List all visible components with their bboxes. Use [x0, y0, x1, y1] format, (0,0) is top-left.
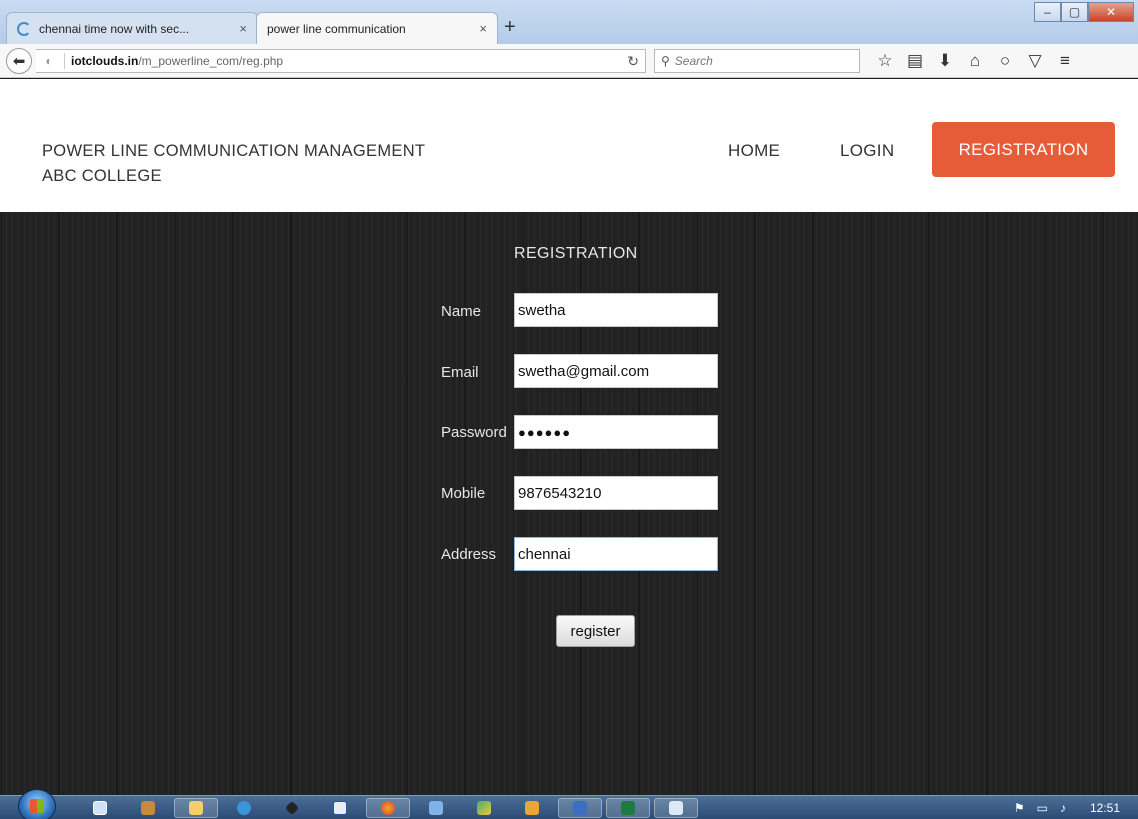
site-brand[interactable]: POWER LINE COMMUNICATION MANAGEMENT ABC … — [42, 139, 425, 189]
home-icon[interactable]: ⌂ — [960, 51, 990, 71]
network-tray-icon[interactable]: ▭ — [1037, 801, 1048, 815]
reading-list-icon[interactable]: ▤ — [900, 51, 930, 71]
loading-spinner-icon — [17, 21, 31, 36]
tab-title: power line communication — [267, 21, 406, 36]
email-field[interactable] — [514, 354, 718, 388]
mobile-label: Mobile — [441, 485, 486, 502]
mobile-field[interactable] — [514, 476, 718, 510]
tab-chennai-time[interactable]: chennai time now with sec... × — [6, 12, 258, 44]
chat-icon[interactable]: ○ — [990, 51, 1020, 71]
tab-title: chennai time now with sec... — [39, 21, 190, 36]
clock[interactable]: 12:51 — [1090, 801, 1120, 815]
pocket-icon[interactable]: ▽ — [1020, 51, 1050, 71]
address-field[interactable] — [514, 537, 718, 571]
minimize-icon[interactable]: – — [1034, 2, 1061, 22]
back-arrow-icon[interactable]: ⬅ — [6, 48, 32, 74]
download-icon[interactable]: ⬇ — [930, 51, 960, 71]
visio-icon[interactable] — [558, 798, 602, 818]
password-label: Password — [441, 424, 507, 441]
reload-icon[interactable]: ↻ — [627, 53, 639, 70]
browser-titlebar: chennai time now with sec... × power lin… — [0, 0, 1138, 44]
url-path: /m_powerline_com/reg.php — [138, 54, 284, 68]
url-domain: iotclouds.in — [71, 54, 139, 68]
firefox-icon[interactable] — [366, 798, 410, 818]
toolbox-icon[interactable] — [124, 798, 172, 818]
tab-power-line-communication[interactable]: power line communication × — [256, 12, 498, 44]
address-bar[interactable]: ◐ iotclouds.in/m_powerline_com/reg.php ↻ — [36, 49, 646, 73]
notepad-icon[interactable] — [654, 798, 698, 818]
folder-icon[interactable] — [174, 798, 218, 818]
pen-icon[interactable] — [268, 798, 316, 818]
form-title: REGISTRATION — [514, 245, 638, 262]
name-field[interactable] — [514, 293, 718, 327]
close-icon[interactable]: ✕ — [1088, 2, 1134, 22]
maximize-icon[interactable]: ▢ — [1061, 2, 1088, 22]
network-icon[interactable] — [412, 798, 460, 818]
password-field[interactable] — [514, 415, 718, 449]
word-icon[interactable] — [316, 798, 364, 818]
browser-navbar: ⬅ ◐ iotclouds.in/m_powerline_com/reg.php… — [0, 44, 1138, 78]
menu-icon[interactable]: ≡ — [1050, 51, 1080, 71]
brand-title: POWER LINE COMMUNICATION MANAGEMENT — [42, 142, 426, 160]
volume-muted-icon[interactable]: ♪ — [1060, 801, 1066, 815]
email-label: Email — [441, 364, 479, 381]
name-label: Name — [441, 303, 482, 320]
search-input[interactable]: ⚲ Search — [654, 49, 860, 73]
site-info-icon[interactable]: ◐ — [40, 54, 58, 68]
address-label: Address — [441, 546, 497, 563]
windows-start-icon[interactable] — [18, 789, 56, 819]
brand-subtitle: ABC COLLEGE — [42, 167, 162, 185]
taskbar-apps — [76, 798, 700, 818]
system-tray: ⚑ ▭ ♪ 12:51 — [1008, 796, 1138, 819]
tab-close-icon[interactable]: × — [239, 21, 247, 36]
nav-login-link[interactable]: LOGIN — [840, 141, 894, 161]
site-header: POWER LINE COMMUNICATION MANAGEMENT ABC … — [0, 79, 1138, 212]
bookmark-star-icon[interactable]: ☆ — [870, 51, 900, 71]
tab-close-icon[interactable]: × — [479, 21, 487, 36]
package-icon[interactable] — [508, 798, 556, 818]
windows-taskbar: ⚑ ▭ ♪ 12:51 — [0, 789, 1138, 819]
new-tab-plus-icon[interactable]: + — [504, 16, 516, 38]
ie-icon[interactable] — [220, 798, 268, 818]
search-icon: ⚲ — [661, 54, 670, 68]
url-separator — [64, 53, 65, 69]
explorer-icon[interactable] — [76, 798, 124, 818]
window-controls: – ▢ ✕ — [1034, 2, 1134, 22]
nav-home-link[interactable]: HOME — [728, 141, 780, 161]
excel-icon[interactable] — [606, 798, 650, 818]
nav-registration-button[interactable]: REGISTRATION — [932, 122, 1115, 177]
register-button[interactable]: register — [556, 615, 635, 647]
paint-icon[interactable] — [460, 798, 508, 818]
registration-section: REGISTRATION Name Email Password Mobile … — [0, 212, 1138, 795]
action-center-flag-icon[interactable]: ⚑ — [1014, 801, 1025, 815]
search-placeholder: Search — [674, 54, 713, 68]
browser-toolbar: ☆ ▤ ⬇ ⌂ ○ ▽ ≡ — [870, 51, 1080, 71]
